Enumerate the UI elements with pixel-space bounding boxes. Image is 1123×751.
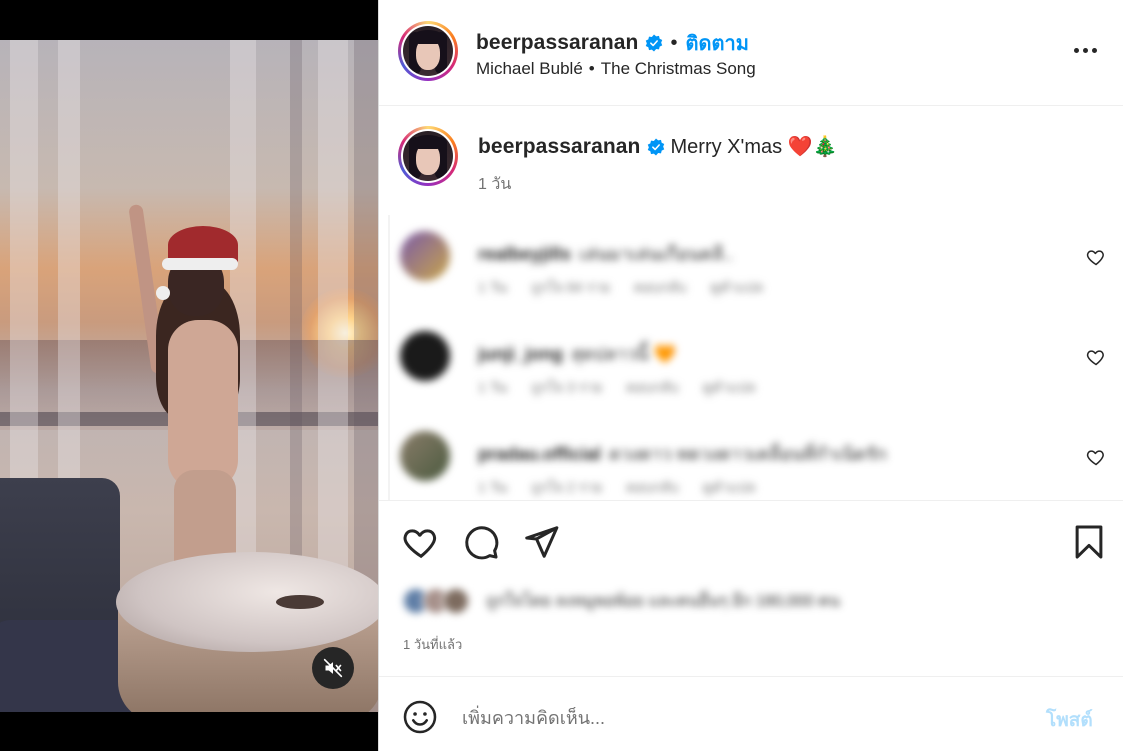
santa-hat-rim — [162, 258, 238, 270]
comment-meta: 1 วัน ถูกใจ 84 ราย ตอบกลับ ดูคำแปล — [478, 277, 763, 299]
panel-divider — [378, 0, 379, 751]
avatar-image — [403, 131, 453, 181]
follow-button[interactable]: ติดตาม — [686, 27, 749, 59]
comment-username[interactable]: pradau.official — [478, 444, 601, 464]
caption-line: beerpassaranan Merry X'mas ❤️🎄 — [478, 134, 837, 159]
side-table-hole — [276, 595, 324, 609]
comment-username[interactable]: realbeyjills — [478, 244, 571, 264]
music-info[interactable]: Michael Bublé • The Christmas Song — [476, 59, 756, 79]
comment-likes[interactable]: ถูกใจ 3 ราย — [531, 377, 602, 399]
caption-text: Merry X'mas ❤️🎄 — [670, 136, 838, 158]
caption-username[interactable]: beerpassaranan — [478, 135, 641, 159]
video-player[interactable] — [0, 40, 378, 712]
verified-badge-icon — [647, 137, 664, 156]
music-separator: • — [588, 59, 595, 78]
comment-avatar[interactable] — [400, 331, 450, 381]
comment-bubble-icon[interactable] — [462, 523, 500, 561]
comment-translate[interactable]: ดูคำแปล — [710, 277, 763, 299]
comment-likes[interactable]: ถูกใจ 2 ราย — [531, 477, 602, 499]
torso — [168, 320, 238, 490]
likes-text: ถูกใจโดย ลงหมูพอพ้อย และคนอื่นๆ อีก 180,… — [486, 592, 840, 610]
person-silhouette — [128, 203, 260, 610]
post-comment-button[interactable]: โพสต์ — [1046, 705, 1093, 735]
post-caption: beerpassaranan Merry X'mas ❤️🎄 1 วัน — [398, 124, 1098, 204]
media-pane — [0, 0, 378, 751]
comment-body: ดวงดาว ทดวงดาวเคลื่อนที่กำเนิดรัก — [609, 444, 887, 464]
comment-item: realbeyjills เล่นมาเล่นเกือนคลี.. 1 วัน ถ… — [388, 223, 1123, 313]
comment-input[interactable] — [462, 701, 1022, 735]
comment-reply[interactable]: ตอบกลับ — [634, 277, 686, 299]
post-header: beerpassaranan • ติดตาม Michael Bublé • … — [378, 0, 1123, 106]
speaker-muted-icon — [323, 658, 343, 678]
mute-toggle-button[interactable] — [312, 647, 354, 689]
more-options-icon — [1073, 47, 1079, 53]
comment-time[interactable]: 1 วัน — [478, 377, 507, 399]
comment-body: เล่นมาเล่นเกือนคลี.. — [579, 244, 734, 264]
comment-body: สุดปลาวนี้ 🧡 — [571, 344, 677, 364]
author-avatar[interactable] — [398, 21, 458, 81]
separator-dot: • — [670, 31, 678, 54]
add-comment-bar: โพสต์ — [378, 676, 1123, 751]
comment-avatar[interactable] — [400, 431, 450, 481]
comments-list[interactable]: realbeyjills เล่นมาเล่นเกือนคลี.. 1 วัน ถ… — [388, 215, 1123, 500]
comment-translate[interactable]: ดูคำแปล — [703, 477, 756, 499]
comment-username[interactable]: junji_jong — [478, 344, 563, 364]
comment-time[interactable]: 1 วัน — [478, 477, 507, 499]
music-artist: Michael Bublé — [476, 59, 583, 78]
post-dialog: beerpassaranan • ติดตาม Michael Bublé • … — [0, 0, 1123, 751]
santa-hat-pom — [156, 286, 170, 300]
caption-avatar[interactable] — [398, 126, 458, 186]
paper-plane-icon[interactable] — [522, 523, 560, 561]
likes-avatars — [402, 587, 470, 615]
comment-like-icon[interactable] — [1086, 247, 1106, 267]
post-actions: ถูกใจโดย ลงหมูพอพ้อย และคนอื่นๆ อีก 180,… — [378, 500, 1123, 676]
header-title-row: beerpassaranan • ติดตาม — [476, 27, 749, 59]
bookmark-icon[interactable] — [1070, 523, 1108, 561]
comment-translate[interactable]: ดูคำแปล — [703, 377, 756, 399]
post-timestamp: 1 วันที่แล้ว — [403, 637, 463, 652]
comment-text-row: realbeyjills เล่นมาเล่นเกือนคลี.. — [478, 239, 733, 268]
comment-item: pradau.official ดวงดาว ทดวงดาวเคลื่อนที่ก… — [388, 423, 1123, 500]
author-username[interactable]: beerpassaranan — [476, 31, 639, 55]
comment-text-row: pradau.official ดวงดาว ทดวงดาวเคลื่อนที่ก… — [478, 439, 887, 468]
comment-reply[interactable]: ตอบกลับ — [626, 477, 678, 499]
post-details-panel: beerpassaranan • ติดตาม Michael Bublé • … — [378, 0, 1123, 751]
comment-like-icon[interactable] — [1086, 447, 1106, 467]
comment-reply[interactable]: ตอบกลับ — [626, 377, 678, 399]
comment-meta: 1 วัน ถูกใจ 2 ราย ตอบกลับ ดูคำแปล — [478, 477, 755, 499]
smiley-icon[interactable] — [402, 699, 438, 735]
likes-summary[interactable]: ถูกใจโดย ลงหมูพอพ้อย และคนอื่นๆ อีก 180,… — [402, 587, 840, 615]
comment-meta: 1 วัน ถูกใจ 3 ราย ตอบกลับ ดูคำแปล — [478, 377, 755, 399]
avatar-image — [403, 26, 453, 76]
comment-item: junji_jong สุดปลาวนี้ 🧡 1 วัน ถูกใจ 3 ราย… — [388, 323, 1123, 413]
comment-like-icon[interactable] — [1086, 347, 1106, 367]
comment-time[interactable]: 1 วัน — [478, 277, 507, 299]
comment-likes[interactable]: ถูกใจ 84 ราย — [531, 277, 610, 299]
comment-text-row: junji_jong สุดปลาวนี้ 🧡 — [478, 339, 676, 368]
side-table-top — [116, 552, 378, 652]
heart-outline-icon[interactable] — [402, 523, 440, 561]
caption-timestamp[interactable]: 1 วัน — [478, 172, 511, 197]
verified-badge-icon — [645, 34, 662, 52]
music-song: The Christmas Song — [600, 59, 756, 78]
comment-avatar[interactable] — [400, 231, 450, 281]
more-options-button[interactable] — [1070, 38, 1100, 62]
